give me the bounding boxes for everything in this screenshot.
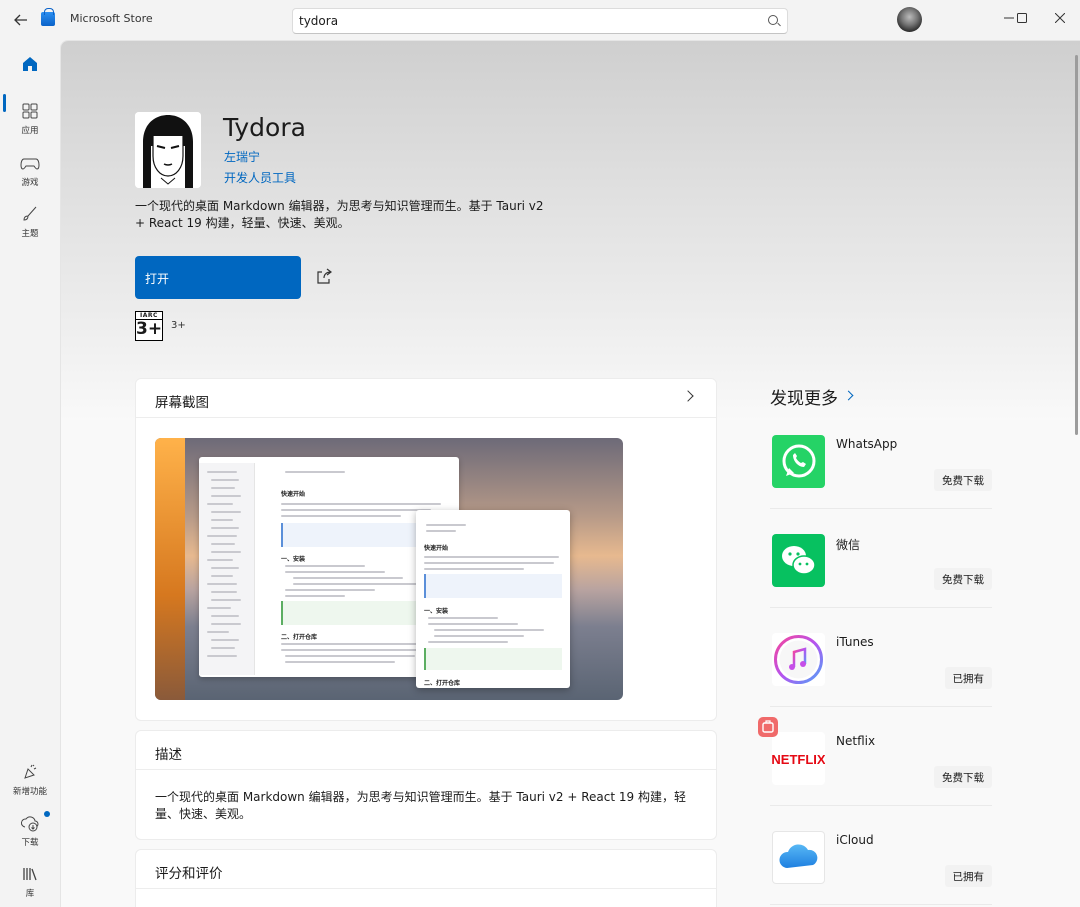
sidebar-item-label: 主题 [21,229,39,239]
screenshot-section-2-b: 二、打开仓库 [424,680,461,687]
store-badge-icon [758,717,778,737]
open-button[interactable]: 打开 [135,256,301,299]
maximize-icon [1017,13,1027,23]
app-icon [135,112,201,188]
get-button[interactable]: 免费下载 [934,568,992,590]
download-icon [20,813,40,833]
screenshot-wall [155,438,185,700]
app-screenshot[interactable]: 快速开始 一、安装 二、打开仓库 快速开始 一、安装 二、打开仓库 [155,438,623,700]
search-box[interactable] [292,8,788,34]
brush-icon [20,204,40,224]
app-title: Microsoft Store [70,12,153,25]
download-badge [44,811,50,817]
category-link[interactable]: 开发人员工具 [224,169,296,186]
description-body: 一个现代的桌面 Markdown 编辑器，为思考与知识管理而生。基于 Tauri… [155,790,686,821]
sidebar-item-label: 游戏 [21,178,39,188]
recommended-app[interactable]: WhatsApp 免费下载 [770,410,992,509]
sidebar-item-downloads[interactable]: 下载 [4,813,56,848]
maximize-button[interactable] [1007,5,1037,31]
sidebar-item-games[interactable]: 游戏 [4,153,56,188]
store-logo-icon [41,8,55,26]
recommended-app[interactable]: iTunes 已拥有 [770,608,992,707]
screenshot-section-2: 二、打开仓库 [281,634,318,641]
sidebar-item-label: 下载 [21,838,39,848]
arrow-left-icon [14,14,27,26]
search-input[interactable] [299,12,759,30]
home-icon [20,54,40,74]
sidebar-item-themes[interactable]: 主题 [4,204,56,239]
get-button[interactable]: 免费下载 [934,469,992,491]
netflix-icon: NETFLIX [772,732,825,785]
get-button[interactable]: 免费下载 [934,766,992,788]
app-name: 微信 [836,538,861,552]
ratings-card: 评分和评价 [135,849,717,907]
discover-more-title[interactable]: 发现更多 [770,384,838,409]
whats-new-icon [20,762,40,782]
user-avatar[interactable] [897,7,922,32]
whatsapp-icon [772,435,825,488]
search-icon[interactable] [768,15,778,25]
chevron-right-icon[interactable] [682,390,694,402]
ratings-header: 评分和评价 [136,850,716,889]
close-button[interactable] [1045,5,1075,31]
age-rating-text: 3+ [171,320,186,331]
sidebar-item-label: 应用 [21,126,39,136]
close-icon [1055,13,1065,23]
apps-icon [20,101,40,121]
recommended-app[interactable]: NETFLIX Netflix 免费下载 [758,707,992,806]
scrollbar[interactable] [1075,55,1078,435]
rating-value: 3+ [136,319,163,339]
screenshots-header[interactable]: 屏幕截图 [136,379,716,418]
screenshot-sidebar [199,463,255,675]
title-bar: Microsoft Store [0,0,1080,40]
sidebar-item-whats-new[interactable]: 新增功能 [4,762,56,797]
main-content: Tydora 左瑞宁 开发人员工具 一个现代的桌面 Markdown 编辑器，为… [60,40,1080,907]
recommended-app[interactable]: 微信 免费下载 [770,509,992,608]
screenshot-heading: 快速开始 [281,491,306,498]
description-title: 描述 [155,747,182,763]
icloud-icon [772,831,825,884]
app-name: Netflix [836,734,876,748]
netflix-logo-text: NETFLIX [772,752,825,767]
sidebar-item-library[interactable]: 库 [4,864,56,899]
recommended-app[interactable]: iCloud 已拥有 [770,806,992,905]
sidebar-item-label: 库 [25,889,35,899]
back-button[interactable] [10,9,32,31]
age-rating-badge: IARC 3+ [135,311,163,341]
library-icon [20,864,40,884]
owned-label[interactable]: 已拥有 [944,865,992,887]
sidebar-item-home[interactable] [4,54,56,74]
app-name: Tydora [223,113,306,142]
short-description: 一个现代的桌面 Markdown 编辑器，为思考与知识管理而生。基于 Tauri… [135,199,544,230]
ratings-title: 评分和评价 [155,866,223,882]
girl-portrait-icon [135,112,201,188]
sidebar-item-label: 新增功能 [12,787,47,797]
screenshot-section-1: 一、安装 [281,556,306,563]
screenshots-title: 屏幕截图 [155,395,209,411]
app-name: WhatsApp [836,437,898,451]
owned-label[interactable]: 已拥有 [944,667,992,689]
app-name: iCloud [836,833,874,847]
itunes-icon [772,633,825,686]
app-name: iTunes [836,635,874,649]
sidebar-item-apps[interactable]: 应用 [4,101,56,136]
screenshots-card: 屏幕截图 快速开始 一、安装 二、打开仓库 快速开始 一、安装 二、打开仓库 [135,378,717,721]
share-icon[interactable] [315,268,333,286]
description-header: 描述 [136,731,716,770]
publisher-link[interactable]: 左瑞宁 [224,148,260,165]
screenshot-section-1-b: 一、安装 [424,608,449,615]
gamepad-icon [20,153,40,173]
screenshot-window-secondary: 快速开始 一、安装 二、打开仓库 [416,510,570,688]
wechat-icon [772,534,825,587]
sidebar: 应用 游戏 主题 新增功能 下载 库 [0,40,60,907]
screenshot-heading-2: 快速开始 [424,545,449,552]
description-card: 描述 一个现代的桌面 Markdown 编辑器，为思考与知识管理而生。基于 Ta… [135,730,717,840]
